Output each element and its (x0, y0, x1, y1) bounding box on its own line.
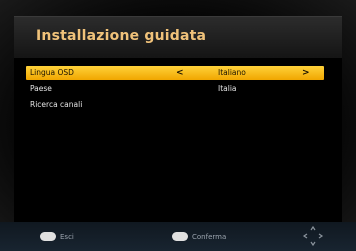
confirm-hint: Conferma (172, 231, 226, 243)
exit-button-icon (40, 231, 56, 241)
ok-button-icon (172, 231, 188, 241)
exit-hint-label: Esci (60, 233, 74, 241)
page-title: Installazione guidata (36, 28, 207, 44)
button-hint-bar: Esci Conferma (0, 222, 356, 251)
setting-row-country[interactable]: Paese Italia (26, 82, 324, 96)
navigation-arrows-icon (302, 225, 324, 247)
setting-row-osd-language[interactable]: Lingua OSD < Italiano > (26, 66, 324, 80)
exit-hint: Esci (40, 231, 74, 243)
settings-panel: Lingua OSD < Italiano > Paese Italia Ric… (14, 58, 342, 222)
setting-label: Paese (30, 84, 52, 93)
setting-row-channel-search[interactable]: Ricerca canali (26, 98, 324, 112)
setting-label: Lingua OSD (30, 68, 74, 77)
arrow-right-icon[interactable]: > (302, 66, 310, 80)
setting-label: Ricerca canali (30, 100, 83, 109)
setting-value: Italia (218, 84, 237, 93)
menu-header: Installazione guidata (14, 16, 342, 59)
tv-screen: Installazione guidata Lingua OSD < Itali… (0, 0, 356, 251)
arrow-left-icon[interactable]: < (176, 66, 184, 80)
confirm-hint-label: Conferma (192, 233, 227, 241)
setting-value: Italiano (218, 68, 246, 77)
